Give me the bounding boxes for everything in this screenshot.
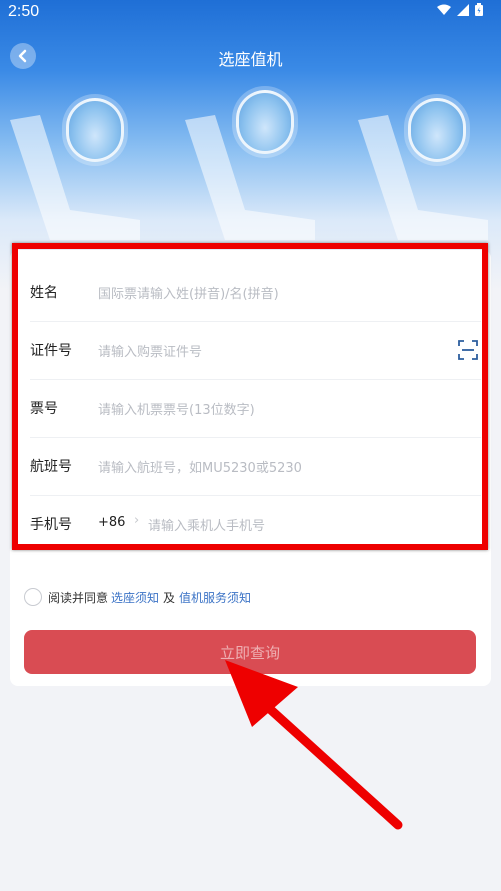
- checkin-notice-link[interactable]: 值机服务须知: [179, 589, 251, 606]
- agreement-joiner: 及: [163, 590, 176, 605]
- status-icons: [437, 3, 483, 16]
- wifi-icon: [437, 4, 451, 15]
- status-time: 2:50: [8, 3, 40, 20]
- annotation-highlight-box: [12, 243, 488, 550]
- agreement-row: 阅读并同意 选座须知 及 值机服务须知: [24, 587, 251, 607]
- seat-illustration: [358, 115, 488, 240]
- page-title: 选座值机: [218, 50, 283, 69]
- signal-icon: [457, 3, 469, 16]
- seat-illustration: [10, 115, 140, 240]
- agreement-prefix: 阅读并同意: [48, 590, 109, 605]
- nav-bar: 选座值机: [0, 36, 501, 76]
- seat-notice-link[interactable]: 选座须知: [111, 589, 159, 606]
- annotation-arrow: [225, 660, 403, 830]
- status-bar: 2:50: [0, 0, 501, 26]
- agreement-checkbox[interactable]: [24, 588, 42, 606]
- battery-icon: [475, 3, 483, 16]
- seat-illustration: [185, 115, 315, 240]
